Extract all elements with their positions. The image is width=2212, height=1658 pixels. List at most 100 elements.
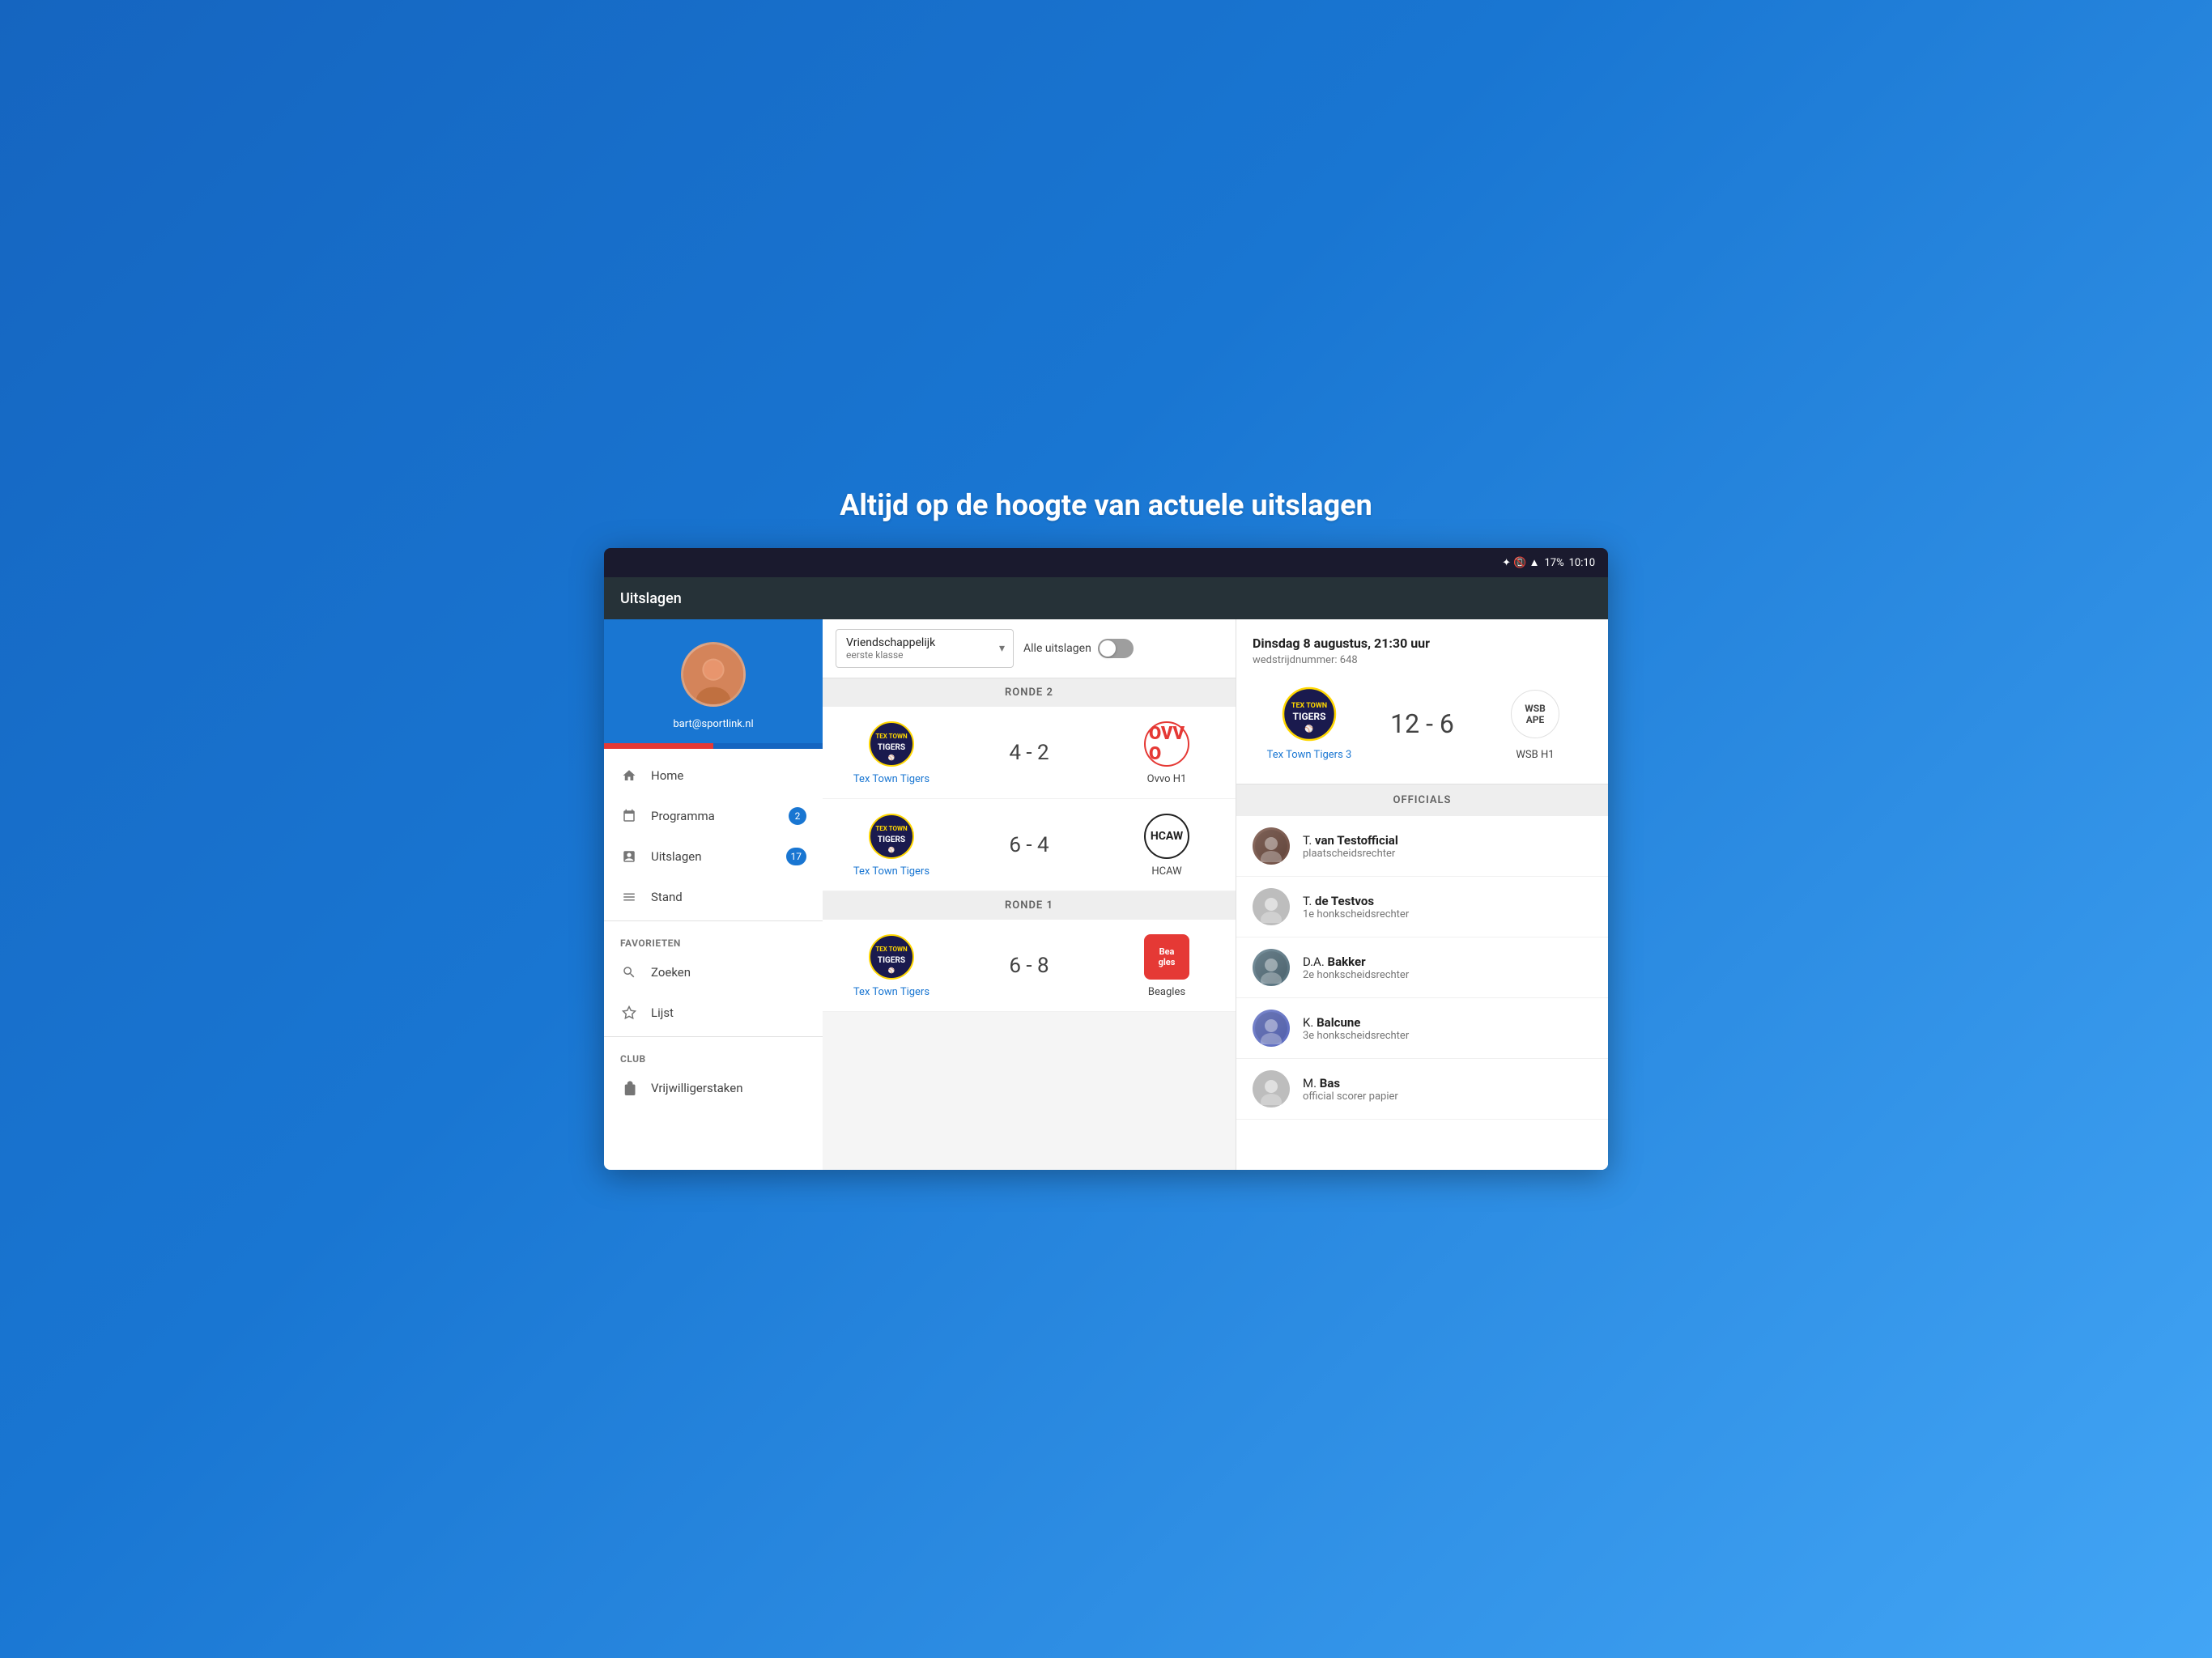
official-avatar <box>1253 1070 1290 1107</box>
officials-list: T. van TestofficialplaatscheidsrechterT.… <box>1236 816 1608 1120</box>
toggle-knob <box>1100 640 1116 657</box>
dropdown-main-value: Vriendschappelijk <box>846 636 1003 649</box>
results-icon <box>620 848 638 865</box>
home-team-name[interactable]: Tex Town Tigers <box>853 773 929 785</box>
match-row[interactable]: TEX TOWN TIGERS ⚾ Tex Town Tigers 6 - 8 … <box>823 920 1236 1012</box>
official-avatar <box>1253 949 1290 986</box>
svg-text:⚾: ⚾ <box>887 967 895 974</box>
top-bar: Uitslagen <box>604 577 1608 619</box>
sidebar-label-lijst: Lijst <box>651 1005 674 1020</box>
device-frame: ✦ 📵 ▲ 17% 10:10 Uitslagen <box>604 548 1608 1170</box>
detail-header: Dinsdag 8 augustus, 21:30 uur wedstrijdn… <box>1236 619 1608 784</box>
uitslagen-badge: 17 <box>786 848 807 865</box>
away-team-name: Ovvo H1 <box>1147 773 1187 785</box>
page-headline: Altijd op de hoogte van actuele uitslage… <box>840 488 1372 522</box>
sidebar: bart@sportlink.nl Home <box>604 619 823 1170</box>
sidebar-label-stand: Stand <box>651 890 683 904</box>
club-title: CLUB <box>604 1040 823 1068</box>
sidebar-item-stand[interactable]: Stand <box>604 877 823 917</box>
official-row: M. Basofficial scorer papier <box>1236 1059 1608 1120</box>
calendar-icon <box>620 807 638 825</box>
match-score: 4 - 2 <box>944 741 1114 765</box>
detail-home-team: TEX TOWN TIGERS ⚾ Tex Town Tigers 3 <box>1253 686 1366 761</box>
all-results-toggle[interactable]: Alle uitslagen <box>1023 639 1134 658</box>
svg-text:⚾: ⚾ <box>1304 724 1313 733</box>
sidebar-item-lijst[interactable]: Lijst <box>604 993 823 1033</box>
match-date: Dinsdag 8 augustus, 21:30 uur <box>1253 636 1592 651</box>
home-team-block: TEX TOWN TIGERS ⚾ Tex Town Tigers <box>839 720 944 785</box>
detail-away-team-name: WSB H1 <box>1516 749 1554 761</box>
home-team-block-3: TEX TOWN TIGERS ⚾ Tex Town Tigers <box>839 933 944 998</box>
toggle-label: Alle uitslagen <box>1023 642 1091 655</box>
official-role: official scorer papier <box>1303 1090 1398 1103</box>
sidebar-profile: bart@sportlink.nl <box>604 619 823 746</box>
away-team-block-3: Beagles Beagles <box>1114 933 1219 998</box>
round-header-1: RONDE 1 <box>823 891 1236 920</box>
svg-text:TEX TOWN: TEX TOWN <box>875 946 908 953</box>
match-number: wedstrijdnummer: 648 <box>1253 654 1592 666</box>
match-score-3: 6 - 8 <box>944 954 1114 978</box>
vrijwilligerstaken-icon <box>620 1079 638 1097</box>
favorieten-title: FAVORIETEN <box>604 925 823 952</box>
main-content: bart@sportlink.nl Home <box>604 619 1608 1170</box>
official-name: K. Balcune <box>1303 1015 1409 1030</box>
detail-wsb-logo: WSBAPE <box>1507 686 1563 742</box>
sidebar-item-programma[interactable]: Programma 2 <box>604 796 823 836</box>
home-icon <box>620 767 638 784</box>
round-header-2: RONDE 2 <box>823 678 1236 707</box>
results-list: RONDE 2 TEX TOWN TIGERS ⚾ <box>823 678 1236 1170</box>
battery-text: 17% <box>1544 557 1563 569</box>
detail-score-row: TEX TOWN TIGERS ⚾ Tex Town Tigers 3 12 -… <box>1253 679 1592 767</box>
svg-text:TIGERS: TIGERS <box>878 835 905 844</box>
home-team-block: TEX TOWN TIGERS ⚾ Tex Town Tigers <box>839 812 944 878</box>
official-name: T. de Testvos <box>1303 894 1409 908</box>
tigers-logo-svg-3: TEX TOWN TIGERS ⚾ <box>868 933 915 980</box>
official-name: D.A. Bakker <box>1303 954 1409 969</box>
official-name: T. van Testofficial <box>1303 833 1398 848</box>
detail-home-team-name[interactable]: Tex Town Tigers 3 <box>1267 749 1352 761</box>
sidebar-label-zoeken: Zoeken <box>651 965 691 980</box>
official-row: T. de Testvos1e honkscheidsrechter <box>1236 877 1608 937</box>
match-row[interactable]: TEX TOWN TIGERS ⚾ Tex Town Tigers 4 - 2 … <box>823 707 1236 799</box>
competition-dropdown[interactable]: Vriendschappelijk eerste klasse ▾ <box>836 629 1014 668</box>
official-avatar <box>1253 1010 1290 1047</box>
officials-section: OFFICIALS T. van Testofficialplaatscheid… <box>1236 784 1608 1170</box>
sidebar-email: bart@sportlink.nl <box>673 718 753 730</box>
home-team-name-2[interactable]: Tex Town Tigers <box>853 865 929 878</box>
svg-text:TEX TOWN: TEX TOWN <box>875 733 908 740</box>
time-text: 10:10 <box>1569 557 1595 569</box>
nav-divider-2 <box>604 1036 823 1037</box>
detail-tigers-logo: TEX TOWN TIGERS ⚾ <box>1281 686 1338 742</box>
toggle-switch[interactable] <box>1098 639 1134 658</box>
svg-text:TIGERS: TIGERS <box>878 956 905 965</box>
official-role: 1e honkscheidsrechter <box>1303 908 1409 920</box>
sidebar-label-vrijwilligerstaken: Vrijwilligerstaken <box>651 1081 742 1095</box>
results-panel: Vriendschappelijk eerste klasse ▾ Alle u… <box>823 619 1236 1170</box>
tigers-logo-3: TEX TOWN TIGERS ⚾ <box>867 933 916 981</box>
match-score-2: 6 - 4 <box>944 833 1114 857</box>
ovvo-logo: OVVO <box>1142 720 1191 768</box>
officials-header: OFFICIALS <box>1236 784 1608 816</box>
top-bar-title: Uitslagen <box>620 590 682 607</box>
sidebar-item-home[interactable]: Home <box>604 755 823 796</box>
detail-away-team: WSBAPE WSB H1 <box>1478 686 1592 761</box>
match-row[interactable]: TEX TOWN TIGERS ⚾ Tex Town Tigers 6 - 4 … <box>823 799 1236 891</box>
detail-score: 12 - 6 <box>1390 708 1454 739</box>
beagles-logo: Beagles <box>1142 933 1191 981</box>
status-icons: ✦ 📵 ▲ <box>1502 556 1539 569</box>
sidebar-item-zoeken[interactable]: Zoeken <box>604 952 823 993</box>
avatar-image <box>683 644 743 705</box>
tigers-logo-2: TEX TOWN TIGERS ⚾ <box>867 812 916 861</box>
home-team-name-3[interactable]: Tex Town Tigers <box>853 986 929 998</box>
stand-icon <box>620 888 638 906</box>
tigers-logo-svg: TEX TOWN TIGERS ⚾ <box>868 721 915 767</box>
official-info: T. van Testofficialplaatscheidsrechter <box>1303 833 1398 860</box>
sidebar-item-uitslagen[interactable]: Uitslagen 17 <box>604 836 823 877</box>
official-role: 3e honkscheidsrechter <box>1303 1030 1409 1042</box>
sidebar-item-vrijwilligerstaken[interactable]: Vrijwilligerstaken <box>604 1068 823 1108</box>
official-row: T. van Testofficialplaatscheidsrechter <box>1236 816 1608 877</box>
sidebar-label-programma: Programma <box>651 809 715 823</box>
official-info: T. de Testvos1e honkscheidsrechter <box>1303 894 1409 920</box>
search-icon <box>620 963 638 981</box>
tigers-logo-svg-2: TEX TOWN TIGERS ⚾ <box>868 813 915 860</box>
